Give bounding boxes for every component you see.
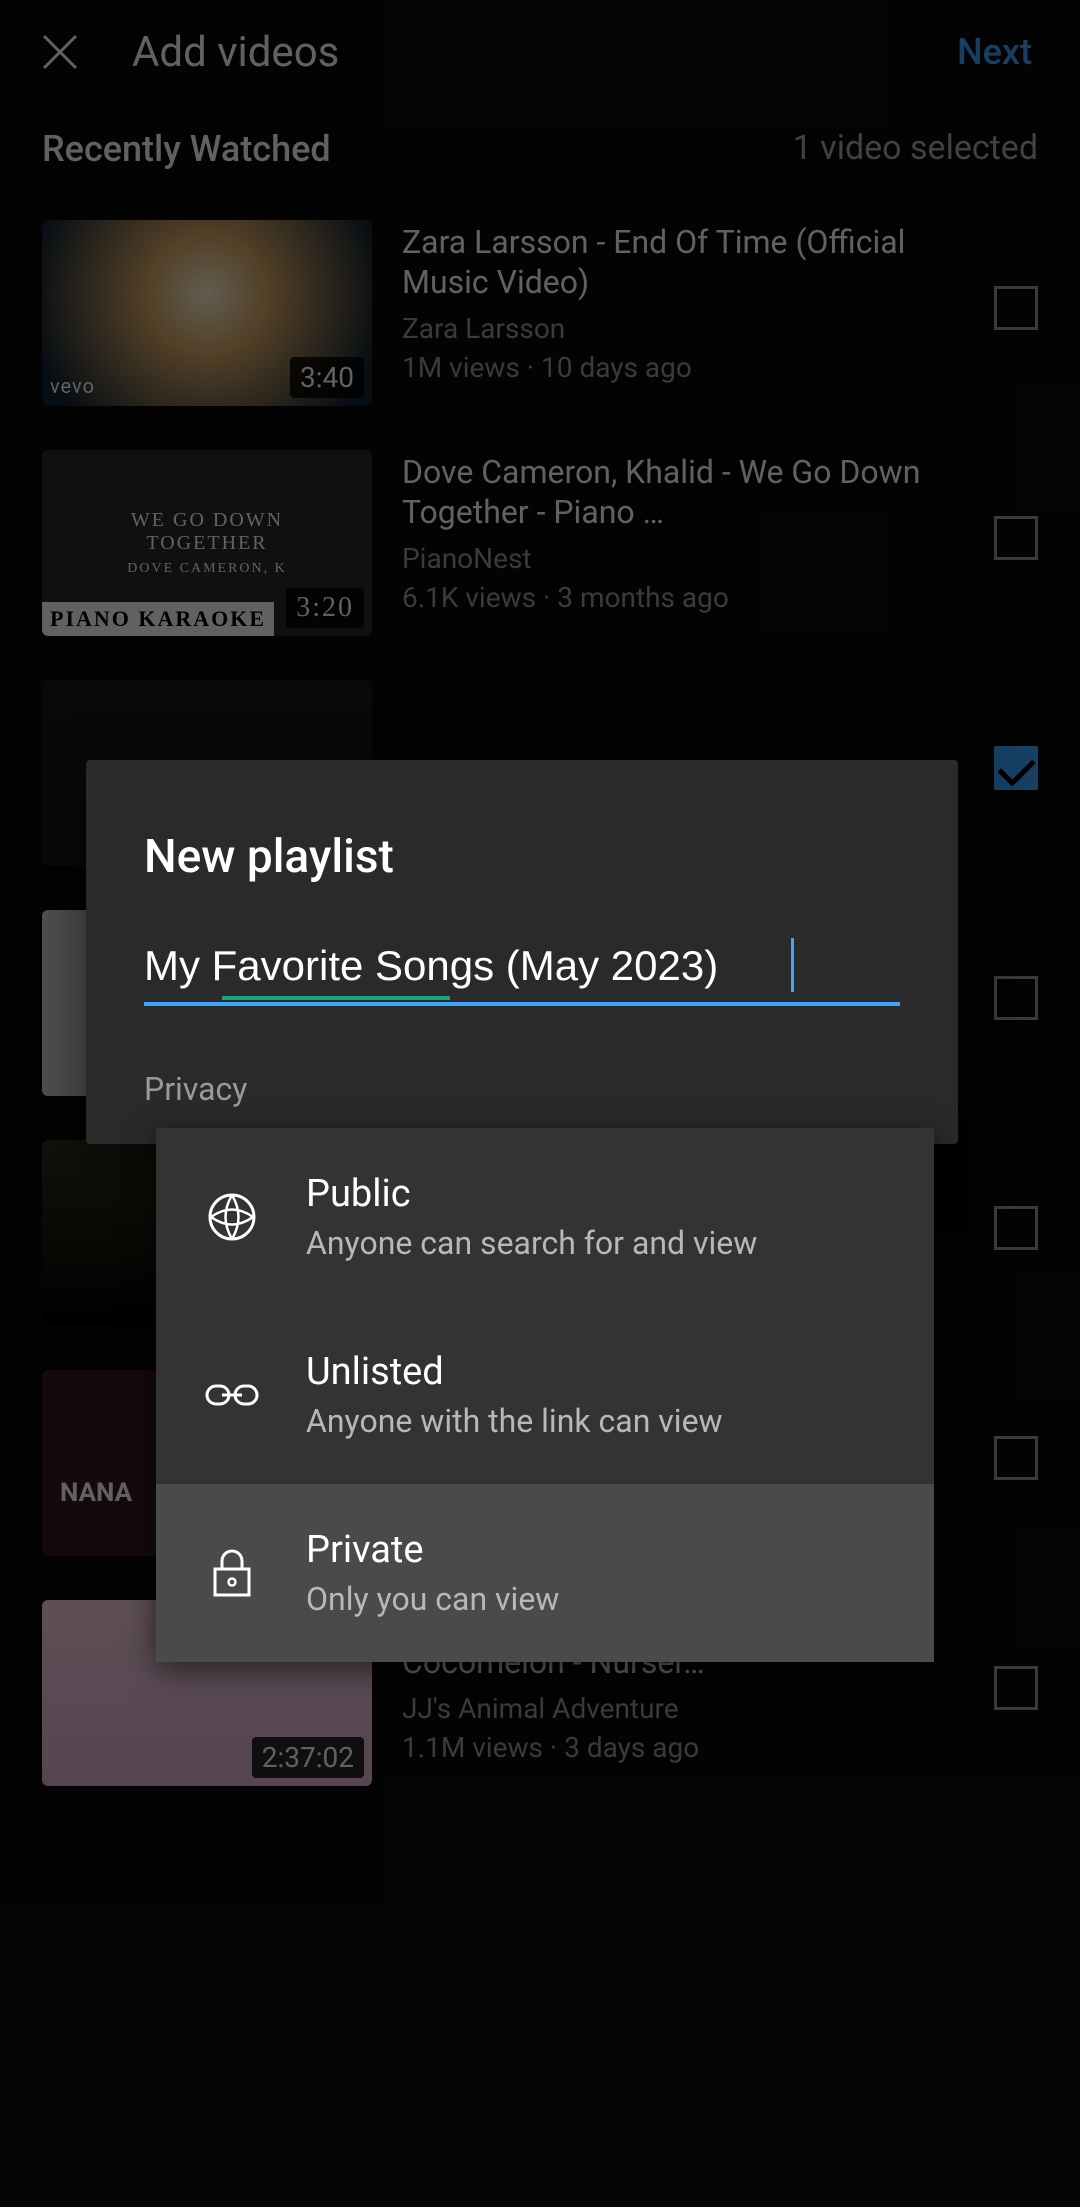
text-cursor	[791, 938, 794, 992]
playlist-name-field-wrap	[144, 942, 900, 1006]
option-texts: Unlisted Anyone with the link can view	[306, 1350, 723, 1440]
option-title: Public	[306, 1172, 757, 1216]
privacy-dropdown: Public Anyone can search for and view Un…	[156, 1128, 934, 1662]
privacy-option-public[interactable]: Public Anyone can search for and view	[156, 1128, 934, 1306]
option-desc: Anyone can search for and view	[306, 1224, 757, 1262]
screen: Add videos Next Recently Watched 1 video…	[0, 0, 1080, 2207]
spellcheck-underline	[222, 996, 450, 1000]
new-playlist-dialog: New playlist Privacy	[86, 760, 958, 1144]
link-icon	[204, 1367, 260, 1423]
privacy-label: Privacy	[144, 1070, 900, 1108]
dialog-title: New playlist	[144, 830, 900, 884]
privacy-option-unlisted[interactable]: Unlisted Anyone with the link can view	[156, 1306, 934, 1484]
globe-icon	[204, 1189, 260, 1245]
option-desc: Anyone with the link can view	[306, 1402, 723, 1440]
lock-icon	[204, 1545, 260, 1601]
option-desc: Only you can view	[306, 1580, 559, 1618]
privacy-option-private[interactable]: Private Only you can view	[156, 1484, 934, 1662]
option-texts: Public Anyone can search for and view	[306, 1172, 757, 1262]
option-texts: Private Only you can view	[306, 1528, 559, 1618]
option-title: Unlisted	[306, 1350, 723, 1394]
option-title: Private	[306, 1528, 559, 1572]
